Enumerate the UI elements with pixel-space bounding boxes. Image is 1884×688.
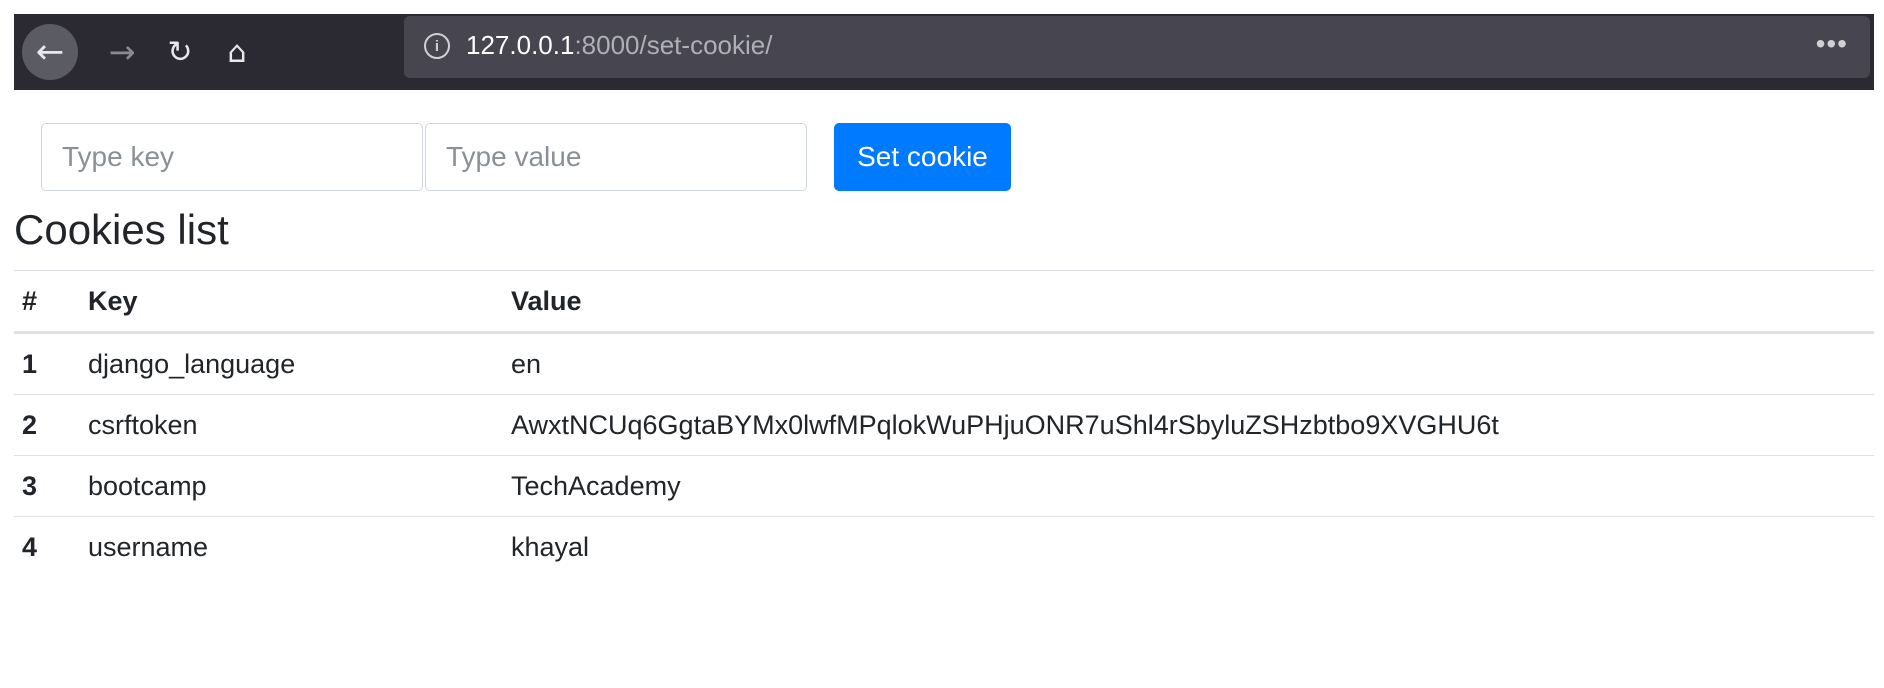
row-key: username (80, 516, 503, 577)
forward-arrow-icon: → (108, 33, 136, 71)
reload-button[interactable]: ↻ (158, 24, 202, 80)
row-number: 4 (14, 516, 80, 577)
row-key: csrftoken (80, 394, 503, 456)
table-header-row: # Key Value (14, 270, 1874, 334)
row-number: 2 (14, 394, 80, 456)
forward-button[interactable]: → (100, 24, 144, 80)
address-url[interactable]: 127.0.0.1:8000/set-cookie/ (466, 30, 772, 61)
cookie-key-input[interactable] (41, 123, 423, 191)
table-row: 3 bootcamp TechAcademy (14, 455, 1874, 517)
row-key: bootcamp (80, 455, 503, 517)
reload-icon: ↻ (167, 34, 193, 70)
row-number: 1 (14, 332, 80, 395)
page-title: Cookies list (14, 206, 229, 253)
cookie-value-input[interactable] (425, 123, 807, 191)
row-value: en (503, 332, 1874, 395)
page-content: Set cookie Cookies list # Key Value 1 dj… (14, 90, 1874, 688)
home-button[interactable]: ⌂ (214, 24, 260, 80)
address-bar[interactable]: i 127.0.0.1:8000/set-cookie/ ••• (404, 16, 1870, 78)
table-row: 2 csrftoken AwxtNCUq6GgtaBYMx0lwfMPqlokW… (14, 394, 1874, 456)
page-actions-menu-icon[interactable]: ••• (1816, 28, 1848, 60)
browser-window: ← → ↻ ⌂ i 127.0.0.1:8000/set-cookie/ •••… (14, 14, 1874, 688)
browser-toolbar: ← → ↻ ⌂ i 127.0.0.1:8000/set-cookie/ ••• (14, 14, 1874, 90)
back-arrow-icon: ← (35, 32, 65, 72)
url-path: :8000/set-cookie/ (574, 30, 773, 60)
info-icon[interactable]: i (424, 33, 450, 59)
set-cookie-button[interactable]: Set cookie (834, 123, 1011, 191)
row-value: TechAcademy (503, 455, 1874, 517)
row-key: django_language (80, 332, 503, 395)
back-button[interactable]: ← (22, 24, 78, 80)
row-value: AwxtNCUq6GgtaBYMx0lwfMPqlokWuPHjuONR7uSh… (503, 394, 1874, 456)
url-host: 127.0.0.1 (466, 30, 575, 60)
cookies-table: # Key Value 1 django_language en 2 csrft… (14, 270, 1874, 577)
row-value: khayal (503, 516, 1874, 577)
table-row: 4 username khayal (14, 516, 1874, 577)
row-number: 3 (14, 455, 80, 517)
column-header-key: Key (80, 270, 503, 334)
table-row: 1 django_language en (14, 332, 1874, 395)
column-header-number: # (14, 270, 80, 334)
column-header-value: Value (503, 270, 1874, 334)
home-icon: ⌂ (227, 34, 247, 70)
